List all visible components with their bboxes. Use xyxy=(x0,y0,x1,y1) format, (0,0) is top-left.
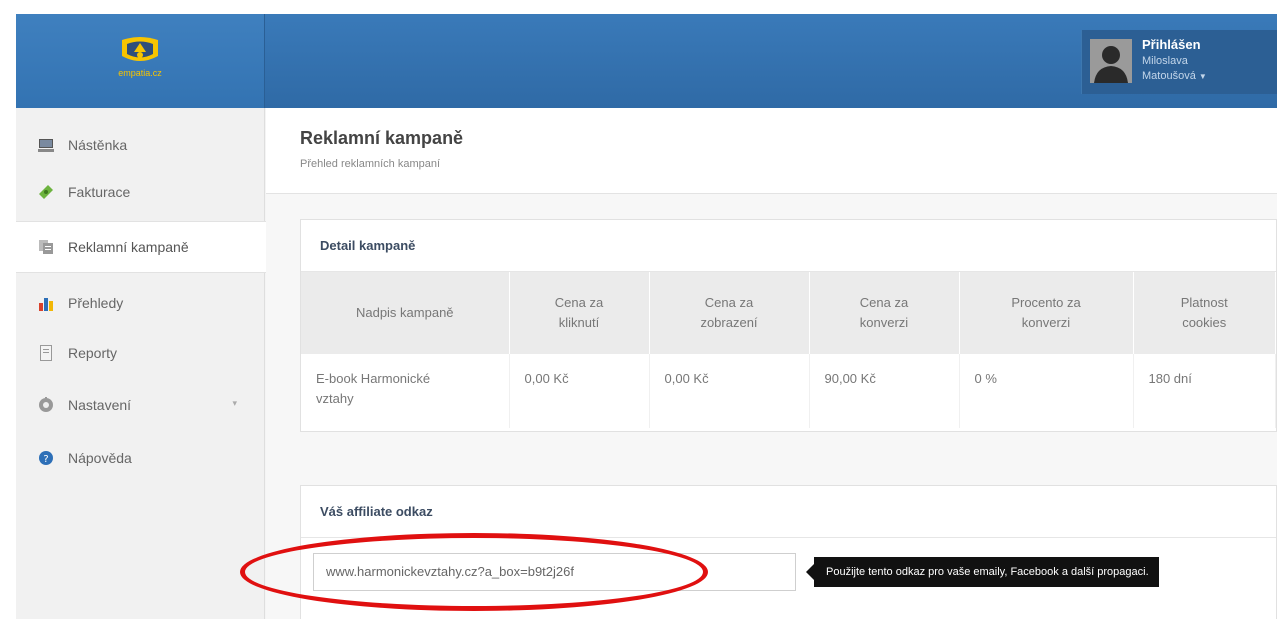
document-icon xyxy=(38,345,54,361)
column-header: Cena za kliknutí xyxy=(509,272,650,354)
copy-icon xyxy=(38,239,54,255)
main-content: Reklamní kampaně Přehled reklamních kamp… xyxy=(266,108,1277,619)
column-header: Procento za konverzi xyxy=(959,272,1134,354)
money-icon xyxy=(38,184,54,200)
page-header: Reklamní kampaně Přehled reklamních kamp… xyxy=(266,108,1277,194)
sidebar-item-label: Nastavení xyxy=(68,397,132,413)
column-header: Cena za konverzi xyxy=(809,272,960,354)
app-frame: empatia.cz Přihlášen Miloslava Matoušová… xyxy=(16,14,1277,619)
column-header: Platnost cookies xyxy=(1133,272,1276,354)
svg-text:?: ? xyxy=(43,454,48,465)
sidebar-item-nastenka[interactable]: Nástěnka xyxy=(16,120,265,170)
sidebar-item-nastaveni[interactable]: Nastavení ▾ xyxy=(16,380,265,430)
user-last-name[interactable]: Matoušová ▼ xyxy=(1142,70,1207,82)
sidebar-item-label: Reporty xyxy=(68,345,118,361)
column-header: Nadpis kampaně xyxy=(301,272,510,354)
tooltip-arrow xyxy=(806,564,814,580)
sidebar-item-label: Přehledy xyxy=(68,295,124,311)
logo-area: empatia.cz xyxy=(16,14,265,108)
sidebar-item-prehledy[interactable]: Přehledy xyxy=(16,278,265,328)
cell-conversion-percent: 0 % xyxy=(959,354,1134,428)
sidebar-item-reklamni-kampane[interactable]: Reklamní kampaně xyxy=(16,221,266,273)
monitor-icon xyxy=(38,137,54,153)
affiliate-tooltip: Použijte tento odkaz pro vaše emaily, Fa… xyxy=(814,557,1159,587)
avatar xyxy=(1090,39,1132,83)
logo-text: empatia.cz xyxy=(118,68,162,78)
cell-conversion-price: 90,00 Kč xyxy=(809,354,960,428)
cell-click-price: 0,00 Kč xyxy=(509,354,650,428)
sidebar-item-napoveda[interactable]: ? Nápověda xyxy=(16,438,265,478)
campaign-table: Nadpis kampaně Cena za kliknutí Cena za zo… xyxy=(301,272,1276,428)
caret-down-icon: ▼ xyxy=(1198,72,1207,81)
user-first-name: Miloslava xyxy=(1142,55,1188,67)
table-row: E-book Harmonické vztahy 0,00 Kč 0,00 Kč … xyxy=(301,354,1276,428)
sidebar-item-fakturace[interactable]: Fakturace xyxy=(16,170,265,214)
gear-icon xyxy=(38,397,54,413)
cell-view-price: 0,00 Kč xyxy=(649,354,810,428)
help-icon: ? xyxy=(38,450,54,466)
chevron-down-icon: ▾ xyxy=(232,398,237,408)
page-subtitle: Přehled reklamních kampaní xyxy=(300,158,441,170)
campaign-detail-panel: Detail kampaně Nadpis kampaně Cena za kli… xyxy=(300,219,1277,432)
sidebar-item-label: Fakturace xyxy=(68,184,131,200)
affiliate-panel: Váš affiliate odkaz www.harmonickevztahy… xyxy=(300,485,1277,619)
panel-title: Detail kampaně xyxy=(301,220,1276,272)
sidebar-item-label: Nápověda xyxy=(68,450,132,466)
logo[interactable]: empatia.cz xyxy=(110,36,170,90)
sidebar-item-label: Reklamní kampaně xyxy=(68,239,189,255)
top-header: empatia.cz Přihlášen Miloslava Matoušová… xyxy=(16,14,1277,108)
user-last-name-text: Matoušová xyxy=(1142,70,1196,82)
column-header: Cena za zobrazení xyxy=(649,272,810,354)
user-avatar-icon xyxy=(1090,39,1132,83)
sidebar: Nástěnka Fakturace Reklamní kampaně Přeh… xyxy=(16,108,266,619)
user-menu[interactable]: Přihlášen Miloslava Matoušová ▼ xyxy=(1081,30,1277,94)
affiliate-link-field[interactable]: www.harmonickevztahy.cz?a_box=b9t2j26f xyxy=(313,553,796,591)
logo-icon xyxy=(122,37,158,61)
page-title: Reklamní kampaně xyxy=(300,128,464,148)
login-status: Přihlášen xyxy=(1142,37,1201,52)
panel-title: Váš affiliate odkaz xyxy=(301,486,1276,538)
cell-cookies: 180 dní xyxy=(1133,354,1276,428)
cell-title: E-book Harmonické vztahy xyxy=(301,354,510,428)
table-header-row: Nadpis kampaně Cena za kliknutí Cena za zo… xyxy=(301,272,1276,354)
sidebar-item-label: Nástěnka xyxy=(68,137,128,153)
sidebar-item-reporty[interactable]: Reporty xyxy=(16,328,265,378)
bar-chart-icon xyxy=(38,295,54,311)
